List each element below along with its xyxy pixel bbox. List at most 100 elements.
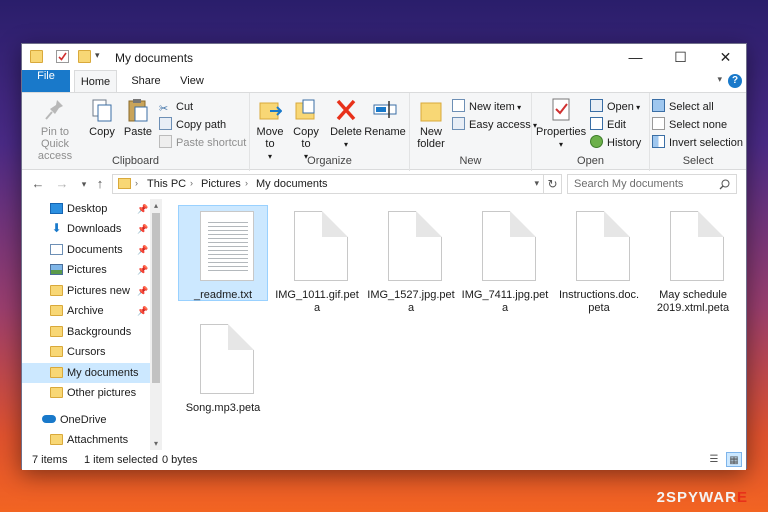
move-to-icon: [259, 102, 282, 120]
sidebar-item-other-pictures[interactable]: Other pictures: [22, 383, 150, 403]
sidebar-item-label: Pictures new: [67, 285, 130, 297]
properties-button[interactable]: Properties ▾: [536, 97, 586, 151]
breadcrumb-this-pc[interactable]: This PC: [147, 178, 186, 190]
file-name: IMG_1527.jpg.pet a: [367, 289, 455, 314]
up-arrow-icon[interactable]: ↑: [92, 176, 108, 191]
address-dropdown-chevron-icon[interactable]: ▾: [534, 178, 539, 189]
new-item-button[interactable]: New item ▾: [452, 99, 521, 115]
sidebar-item-downloads[interactable]: ⬇ Downloads 📌: [22, 219, 150, 239]
tab-home[interactable]: Home: [74, 70, 117, 92]
maximize-button[interactable]: ☐: [658, 44, 703, 70]
ribbon: Pin to Quick access Copy Paste ✂ Cut Copy…: [22, 92, 746, 171]
scissors-icon: ✂: [159, 103, 169, 115]
customize-toolbar-chevron-icon[interactable]: ▾: [95, 50, 108, 63]
rename-button[interactable]: Rename: [364, 97, 406, 138]
move-to-button[interactable]: Move to ▾: [253, 97, 287, 163]
sidebar-item-label: Cursors: [67, 346, 106, 358]
paste-button[interactable]: Paste: [121, 97, 155, 138]
copy-label: Copy: [89, 126, 115, 138]
clipboard-group-label: Clipboard: [111, 155, 160, 167]
scroll-down-chevron-icon[interactable]: ▾: [150, 439, 162, 448]
forward-arrow-icon[interactable]: →: [54, 176, 70, 191]
selection-size: 0 bytes: [162, 454, 198, 466]
easy-access-button[interactable]: Easy access ▾: [452, 117, 537, 133]
navigation-bar: ← → ▾ ↑ › This PC › Pictures › My docume…: [22, 171, 746, 197]
organize-group-label: Organize: [307, 155, 352, 167]
easy-access-icon: [452, 117, 465, 130]
sidebar-item-archive[interactable]: Archive 📌: [22, 301, 150, 321]
folder-icon: [50, 434, 63, 445]
refresh-icon[interactable]: ↻: [544, 174, 562, 194]
scroll-up-chevron-icon[interactable]: ▴: [150, 201, 162, 210]
select-none-button[interactable]: Select none: [652, 117, 727, 133]
delete-label: Delete: [330, 126, 362, 138]
open-button[interactable]: Open ▾: [590, 99, 640, 115]
sidebar-item-desktop[interactable]: Desktop 📌: [22, 199, 150, 219]
edit-button[interactable]: Edit: [590, 117, 626, 133]
properties-chevron-icon: ▾: [558, 140, 563, 149]
copy-path-button[interactable]: Copy path: [159, 117, 226, 133]
delete-chevron-icon: ▾: [343, 140, 348, 149]
help-icon[interactable]: ?: [728, 74, 742, 88]
close-button[interactable]: ✕: [703, 44, 748, 70]
status-bar: 7 items 1 item selected 0 bytes ☰ ▦: [22, 450, 746, 470]
edit-label: Edit: [607, 119, 626, 131]
collapse-ribbon-icon[interactable]: ▾: [717, 74, 722, 85]
paste-icon: [128, 99, 148, 122]
pin-icon[interactable]: 📌: [137, 219, 148, 239]
tab-share[interactable]: Share: [126, 70, 166, 92]
sidebar-item-label: OneDrive: [60, 414, 107, 426]
search-box[interactable]: Search My documents: [567, 174, 737, 194]
sidebar-item-my-documents[interactable]: My documents: [22, 363, 150, 383]
select-all-button[interactable]: Select all: [652, 99, 714, 115]
sidebar-item-attachments[interactable]: Attachments: [22, 430, 150, 450]
paste-shortcut-button[interactable]: Paste shortcut: [159, 135, 246, 151]
minimize-button[interactable]: —: [613, 44, 658, 70]
new-group: New folder New item ▾ Easy access ▾ New: [410, 93, 537, 171]
invert-selection-button[interactable]: Invert selection: [652, 135, 743, 151]
large-icons-view-icon[interactable]: ▦: [726, 452, 742, 467]
pictures-icon: [50, 264, 63, 275]
file-name: _readme.txt: [193, 289, 253, 301]
pin-icon[interactable]: 📌: [137, 199, 148, 219]
pin-to-quick-access-button[interactable]: Pin to Quick access: [26, 97, 84, 162]
copy-button[interactable]: Copy: [86, 97, 118, 138]
new-folder-quick-icon[interactable]: [78, 50, 91, 63]
sidebar-item-pictures[interactable]: Pictures 📌: [22, 260, 150, 280]
pin-icon[interactable]: 📌: [137, 260, 148, 280]
breadcrumb-pictures[interactable]: Pictures: [201, 178, 241, 190]
properties-quick-icon[interactable]: [56, 50, 69, 63]
new-folder-button[interactable]: New folder: [414, 97, 448, 150]
blank-file-icon: [294, 211, 348, 281]
cut-label: Cut: [176, 101, 194, 113]
scrollbar-thumb[interactable]: [152, 213, 160, 383]
address-bar[interactable]: › This PC › Pictures › My documents ▾: [112, 174, 544, 194]
clipboard-group: Pin to Quick access Copy Paste ✂ Cut Copy…: [22, 93, 250, 171]
title-bar: ▾ My documents — ☐ ✕: [22, 44, 746, 70]
sidebar-item-documents[interactable]: Documents 📌: [22, 240, 150, 260]
breadcrumb-my-documents[interactable]: My documents: [256, 178, 328, 190]
pin-icon[interactable]: 📌: [137, 281, 148, 301]
back-arrow-icon[interactable]: ←: [30, 176, 46, 191]
copy-to-button[interactable]: Copy to ▾: [289, 97, 323, 163]
recent-locations-chevron-icon[interactable]: ▾: [76, 179, 92, 190]
copy-path-label: Copy path: [176, 119, 227, 131]
pin-icon[interactable]: 📌: [137, 301, 148, 321]
item-count: 7 items: [32, 454, 68, 466]
navigation-scrollbar[interactable]: ▴ ▾: [150, 199, 162, 450]
pin-icon[interactable]: 📌: [137, 240, 148, 260]
sidebar-item-pictures-new[interactable]: Pictures new 📌: [22, 281, 150, 301]
details-view-icon[interactable]: ☰: [706, 452, 722, 467]
blank-file-icon: [200, 324, 254, 394]
tab-file[interactable]: File: [22, 70, 70, 92]
cut-button[interactable]: ✂ Cut: [159, 99, 193, 115]
delete-button[interactable]: Delete ▾: [329, 97, 363, 151]
select-group: Select all Select none Invert selection …: [650, 93, 746, 171]
history-button[interactable]: History: [590, 135, 641, 151]
sidebar-item-backgrounds[interactable]: Backgrounds: [22, 322, 150, 342]
breadcrumb-separator-icon: ›: [190, 178, 193, 188]
sidebar-item-onedrive[interactable]: OneDrive: [22, 410, 150, 430]
tab-view[interactable]: View: [174, 70, 210, 92]
sidebar-item-cursors[interactable]: Cursors: [22, 342, 150, 362]
copy-to-icon: [295, 99, 315, 120]
